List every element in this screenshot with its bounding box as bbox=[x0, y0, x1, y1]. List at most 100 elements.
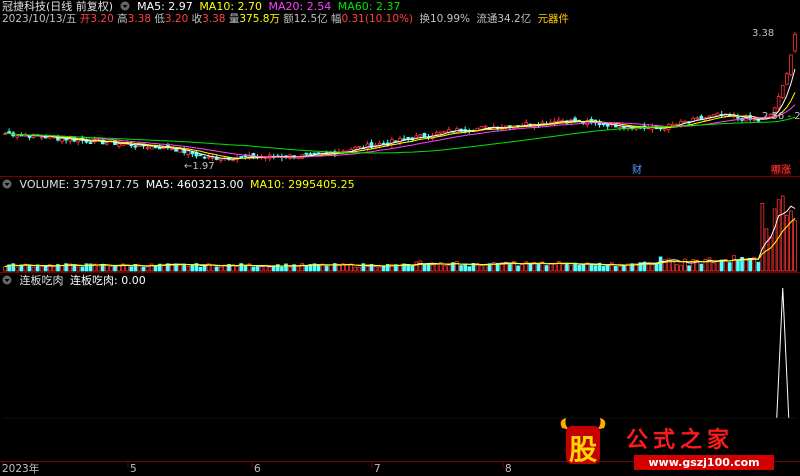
volume-bar bbox=[190, 264, 195, 272]
volume-bar bbox=[508, 264, 512, 272]
volume-bar bbox=[732, 255, 736, 272]
candle-body bbox=[206, 156, 211, 159]
candle-body bbox=[618, 127, 622, 129]
candle-body bbox=[662, 128, 667, 131]
candle-body bbox=[194, 152, 199, 157]
volume-bar bbox=[447, 265, 451, 272]
panel-separator-bottom bbox=[0, 272, 800, 273]
candle-body bbox=[377, 143, 382, 146]
volume-bar bbox=[137, 265, 142, 272]
candle-body bbox=[601, 123, 606, 126]
volume-bar bbox=[39, 266, 44, 272]
volume-bar bbox=[650, 263, 655, 272]
volume-bar bbox=[719, 259, 724, 272]
amount-label: 额 bbox=[283, 13, 294, 25]
candle-body bbox=[442, 130, 447, 134]
volume-bar bbox=[202, 265, 207, 272]
volume-bar bbox=[255, 266, 260, 272]
volume-bar bbox=[442, 265, 447, 272]
volume-bar bbox=[214, 266, 219, 272]
volume-bar bbox=[744, 259, 748, 272]
volume-bar bbox=[300, 263, 305, 272]
change-value: 0.31(10.10%) bbox=[341, 13, 414, 25]
volume-bar bbox=[324, 265, 329, 272]
close-label: 收 bbox=[191, 13, 203, 25]
open-value: 3.20 bbox=[90, 13, 114, 25]
candle-body bbox=[27, 135, 32, 138]
volume-bar bbox=[353, 266, 358, 272]
x-axis-label-july: 7 bbox=[374, 463, 381, 475]
low-label: 低 bbox=[154, 13, 165, 25]
candle-body bbox=[789, 54, 793, 76]
candle-body bbox=[752, 118, 757, 121]
indicator-dropdown-icon[interactable] bbox=[2, 275, 12, 285]
volume-bar bbox=[715, 260, 720, 272]
panel-dropdown-icon[interactable] bbox=[120, 1, 130, 11]
float-value: 34.2亿 bbox=[497, 13, 532, 25]
info-bar: 2023/10/13/五 开3.20 高3.38 低3.20 收3.38 量37… bbox=[2, 12, 572, 26]
watermark-url: www.gszj100.com bbox=[634, 455, 774, 470]
low-value: 3.20 bbox=[164, 13, 189, 25]
volume-bar bbox=[267, 266, 272, 272]
candle-body bbox=[88, 142, 93, 144]
surge-tag[interactable]: 哪涨 bbox=[771, 164, 794, 178]
volume-bar bbox=[658, 256, 663, 272]
volume-bar bbox=[793, 219, 797, 272]
volume-bar bbox=[76, 266, 81, 272]
volume-ma10: MA10: 2995405.25 bbox=[249, 178, 355, 191]
volume-bar bbox=[145, 265, 150, 272]
volume-bar bbox=[219, 266, 223, 272]
volume-bar bbox=[430, 264, 435, 272]
volume-bar bbox=[772, 208, 777, 272]
candle-body bbox=[149, 145, 154, 150]
candle-body bbox=[670, 123, 675, 126]
volume-bar bbox=[479, 265, 484, 272]
volume-bar bbox=[31, 266, 36, 272]
ma20-line bbox=[5, 104, 796, 159]
candle-body bbox=[776, 96, 781, 109]
volume-bar bbox=[410, 265, 415, 272]
candle-body bbox=[219, 158, 223, 161]
volume-bar bbox=[561, 263, 565, 272]
volume-bar bbox=[117, 265, 121, 272]
candle-body bbox=[357, 145, 362, 148]
candle-body bbox=[605, 123, 610, 127]
volume-bar bbox=[345, 264, 349, 272]
volume-bar bbox=[328, 264, 333, 272]
volume-bar bbox=[577, 265, 581, 272]
price-low-label: ←1.97 bbox=[184, 161, 215, 172]
x-axis-label-may: 5 bbox=[130, 463, 137, 475]
sector-label[interactable]: 元器件 bbox=[538, 13, 570, 25]
volume-bar bbox=[589, 264, 594, 272]
candle-body bbox=[434, 132, 439, 135]
volume-dropdown-icon[interactable] bbox=[2, 179, 12, 189]
x-axis-label-year: 2023年 bbox=[2, 463, 40, 475]
volume-bar bbox=[365, 265, 370, 272]
watermark-site-name: 公式之家 bbox=[626, 427, 735, 453]
candle-body bbox=[381, 142, 386, 145]
candle-body bbox=[483, 125, 488, 128]
candle-body bbox=[784, 73, 789, 85]
candle-body bbox=[186, 150, 191, 155]
volume-bar bbox=[381, 266, 386, 272]
panel-separator-top bbox=[0, 176, 800, 177]
volume-bar bbox=[654, 263, 659, 272]
volume-bar bbox=[210, 264, 215, 272]
volume-bar bbox=[544, 265, 549, 272]
volume-bar bbox=[80, 266, 85, 272]
indicator-value: 连板吃肉: 0.00 bbox=[70, 274, 146, 287]
volume-bar bbox=[129, 266, 134, 272]
volume-bar bbox=[373, 266, 378, 272]
volume-bar bbox=[418, 260, 423, 272]
volume-bar bbox=[398, 265, 402, 272]
candle-body bbox=[418, 134, 423, 137]
indicator-legend: 连板吃肉 连板吃肉: 0.00 bbox=[2, 274, 149, 288]
volume-bar bbox=[573, 262, 577, 272]
volume-bar bbox=[687, 265, 691, 272]
volume-bar bbox=[467, 266, 472, 272]
chart-canvas bbox=[2, 32, 797, 468]
candle-body bbox=[406, 137, 410, 140]
volume-bar bbox=[516, 265, 520, 272]
volume-ma10-line bbox=[4, 217, 796, 267]
finance-tag[interactable]: 财 bbox=[632, 164, 645, 178]
